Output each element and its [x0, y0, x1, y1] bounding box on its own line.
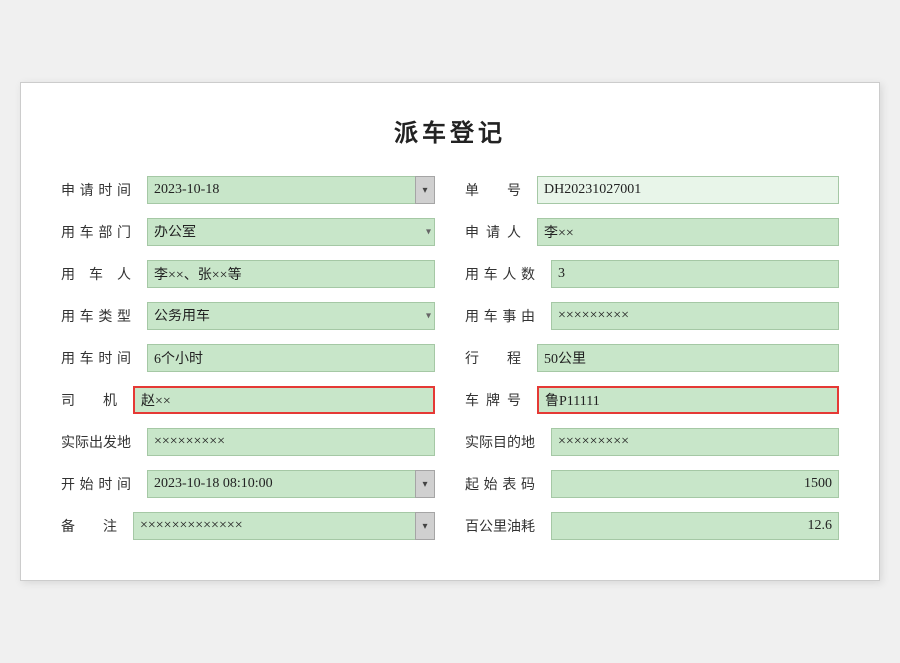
- car-time-label: 用车时间: [61, 348, 131, 368]
- plate-row: 车 牌 号: [465, 386, 839, 414]
- start-time-input[interactable]: [147, 470, 415, 498]
- car-user-row: 用车人: [61, 260, 435, 288]
- dept-label: 用车部门: [61, 222, 131, 242]
- driver-label: 司 机: [61, 390, 117, 410]
- remark-row: 备 注 ▾: [61, 512, 435, 540]
- plate-input[interactable]: [537, 386, 839, 414]
- apply-time-input[interactable]: [147, 176, 415, 204]
- car-type-label: 用车类型: [61, 306, 131, 326]
- journey-row: 行 程: [465, 344, 839, 372]
- remark-wrapper: ▾: [133, 512, 435, 540]
- remark-input[interactable]: [133, 512, 415, 540]
- apply-time-row: 申请时间 ▾: [61, 176, 435, 204]
- driver-row: 司 机: [61, 386, 435, 414]
- journey-label: 行 程: [465, 348, 521, 368]
- car-type-row: 用车类型 公务用车 商务用车 私家车 ▾: [61, 302, 435, 330]
- start-time-calendar-btn[interactable]: ▾: [415, 470, 435, 498]
- car-reason-input[interactable]: [551, 302, 839, 330]
- start-time-label: 开始时间: [61, 474, 131, 494]
- car-type-select-wrapper: 公务用车 商务用车 私家车 ▾: [147, 302, 435, 330]
- actual-to-label: 实际目的地: [465, 432, 535, 452]
- car-time-input[interactable]: [147, 344, 435, 372]
- remark-expand-btn[interactable]: ▾: [415, 512, 435, 540]
- dept-row: 用车部门 办公室 人事部 财务部 技术部 ▾: [61, 218, 435, 246]
- fuel-label: 百公里油耗: [465, 516, 535, 536]
- car-time-row: 用车时间: [61, 344, 435, 372]
- order-no-row: 单 号: [465, 176, 839, 204]
- user-count-label: 用车人数: [465, 264, 535, 284]
- applicant-row: 申 请 人: [465, 218, 839, 246]
- car-reason-row: 用车事由: [465, 302, 839, 330]
- actual-from-row: 实际出发地: [61, 428, 435, 456]
- order-no-label: 单 号: [465, 180, 521, 200]
- odometer-input[interactable]: [551, 470, 839, 498]
- order-no-input[interactable]: [537, 176, 839, 204]
- actual-to-row: 实际目的地: [465, 428, 839, 456]
- plate-label: 车 牌 号: [465, 390, 521, 410]
- page-title: 派车登记: [61, 113, 839, 148]
- odometer-label: 起始表码: [465, 474, 535, 494]
- fuel-row: 百公里油耗: [465, 512, 839, 540]
- apply-time-label: 申请时间: [61, 180, 131, 200]
- dept-select[interactable]: 办公室 人事部 财务部 技术部: [147, 218, 435, 246]
- apply-time-calendar-btn[interactable]: ▾: [415, 176, 435, 204]
- remark-label: 备 注: [61, 516, 117, 536]
- applicant-label: 申 请 人: [465, 222, 521, 242]
- applicant-input[interactable]: [537, 218, 839, 246]
- start-time-row: 开始时间 ▾: [61, 470, 435, 498]
- user-count-input[interactable]: [551, 260, 839, 288]
- actual-from-input[interactable]: [147, 428, 435, 456]
- car-user-label: 用车人: [61, 264, 131, 284]
- user-count-row: 用车人数: [465, 260, 839, 288]
- actual-to-input[interactable]: [551, 428, 839, 456]
- car-type-select[interactable]: 公务用车 商务用车 私家车: [147, 302, 435, 330]
- form-grid: 申请时间 ▾ 单 号 用车部门 办公室 人事部: [61, 176, 839, 540]
- odometer-row: 起始表码: [465, 470, 839, 498]
- apply-time-wrapper: ▾: [147, 176, 435, 204]
- form-card: 派车登记 申请时间 ▾ 单 号 用车部门: [20, 82, 880, 581]
- start-time-wrapper: ▾: [147, 470, 435, 498]
- journey-input[interactable]: [537, 344, 839, 372]
- driver-input[interactable]: [133, 386, 435, 414]
- actual-from-label: 实际出发地: [61, 432, 131, 452]
- car-user-input[interactable]: [147, 260, 435, 288]
- dept-select-wrapper: 办公室 人事部 财务部 技术部 ▾: [147, 218, 435, 246]
- car-reason-label: 用车事由: [465, 306, 535, 326]
- fuel-input[interactable]: [551, 512, 839, 540]
